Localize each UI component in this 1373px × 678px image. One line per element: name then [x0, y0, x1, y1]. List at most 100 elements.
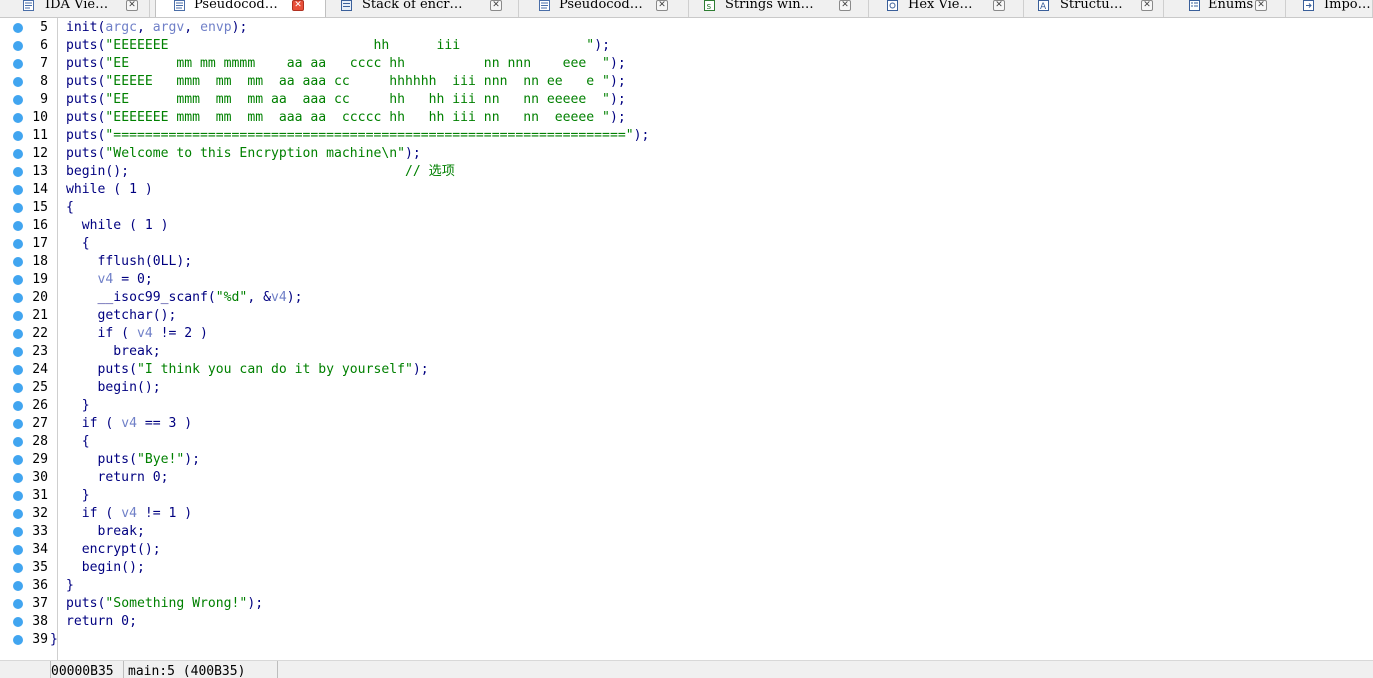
- code-line[interactable]: 36}: [0, 577, 1373, 595]
- breakpoint-dot-icon[interactable]: [13, 509, 23, 519]
- code-line[interactable]: 7 puts("EE mm mm mmmm aa aa cccc hh nn nn…: [0, 55, 1373, 73]
- breakpoint-dot-icon[interactable]: [13, 257, 23, 267]
- breakpoint-dot-icon[interactable]: [13, 329, 23, 339]
- code-line[interactable]: 9 puts("EE mmm mm mm aa aaa cc hh hh iii …: [0, 91, 1373, 109]
- code-line[interactable]: 6 puts("EEEEEEE hh iii ");: [0, 37, 1373, 55]
- breakpoint-dot-icon[interactable]: [13, 167, 23, 177]
- line-number: 17: [32, 236, 48, 251]
- tab-3[interactable]: Stack of encr… ✕: [326, 0, 519, 17]
- breakpoint-dot-icon[interactable]: [13, 113, 23, 123]
- breakpoint-dot-icon[interactable]: [13, 41, 23, 51]
- code-line[interactable]: 14 while ( 1 ): [0, 181, 1373, 199]
- breakpoint-dot-icon[interactable]: [13, 437, 23, 447]
- code-token: );: [609, 110, 626, 125]
- code-line[interactable]: 12 puts("Welcome to this Encryption machi…: [0, 145, 1373, 163]
- code-line[interactable]: 19 v4 = 0;: [0, 271, 1373, 289]
- code-line[interactable]: 16 while ( 1 ): [0, 217, 1373, 235]
- code-token: v4: [121, 416, 137, 431]
- code-line[interactable]: 35 begin();: [0, 559, 1373, 577]
- code-line[interactable]: 39}: [0, 631, 1373, 649]
- code-line[interactable]: 15 {: [0, 199, 1373, 217]
- breakpoint-dot-icon[interactable]: [13, 419, 23, 429]
- code-line[interactable]: 34 encrypt();: [0, 541, 1373, 559]
- tab-8[interactable]: Enums ✕: [1164, 0, 1286, 17]
- code-line[interactable]: 28 {: [0, 433, 1373, 451]
- code-line[interactable]: 13 begin(); // 选项: [0, 163, 1373, 181]
- code-token: {: [66, 200, 74, 215]
- breakpoint-dot-icon[interactable]: [13, 635, 23, 645]
- code-line[interactable]: 5 init(argc, argv, envp);: [0, 19, 1373, 37]
- close-icon[interactable]: ✕: [839, 0, 851, 11]
- breakpoint-dot-icon[interactable]: [13, 599, 23, 609]
- code-line[interactable]: 29 puts("Bye!");: [0, 451, 1373, 469]
- code-token: ,: [184, 20, 201, 35]
- code-token: {: [66, 434, 90, 449]
- code-token: "Bye!": [136, 452, 185, 467]
- breakpoint-dot-icon[interactable]: [13, 401, 23, 411]
- code-line[interactable]: 33 break;: [0, 523, 1373, 541]
- tab-9[interactable]: Impo…: [1286, 0, 1373, 17]
- close-icon[interactable]: ✕: [1255, 0, 1267, 11]
- code-line[interactable]: 27 if ( v4 == 3 ): [0, 415, 1373, 433]
- tab-5[interactable]: s Strings win… ✕: [689, 0, 869, 17]
- tab-6[interactable]: Hex Vie… ✕: [869, 0, 1024, 17]
- code-line[interactable]: 17 {: [0, 235, 1373, 253]
- breakpoint-dot-icon[interactable]: [13, 59, 23, 69]
- breakpoint-dot-icon[interactable]: [13, 455, 23, 465]
- breakpoint-dot-icon[interactable]: [13, 293, 23, 303]
- tab-2[interactable]: Pseudocod… ✕: [155, 0, 326, 17]
- code-line[interactable]: 26 }: [0, 397, 1373, 415]
- tab-1[interactable]: IDA Vie… ✕: [0, 0, 150, 17]
- breakpoint-dot-icon[interactable]: [13, 23, 23, 33]
- code-line[interactable]: 18 fflush(0LL);: [0, 253, 1373, 271]
- code-line[interactable]: 11 puts("================================…: [0, 127, 1373, 145]
- code-token: }: [50, 632, 58, 647]
- breakpoint-dot-icon[interactable]: [13, 203, 23, 213]
- close-icon[interactable]: ✕: [656, 0, 668, 11]
- code-line[interactable]: 24 puts("I think you can do it by yourse…: [0, 361, 1373, 379]
- breakpoint-dot-icon[interactable]: [13, 95, 23, 105]
- breakpoint-dot-icon[interactable]: [13, 77, 23, 87]
- code-line[interactable]: 32 if ( v4 != 1 ): [0, 505, 1373, 523]
- code-line[interactable]: 10 puts("EEEEEEE mmm mm mm aaa aa ccccc h…: [0, 109, 1373, 127]
- breakpoint-dot-icon[interactable]: [13, 581, 23, 591]
- breakpoint-dot-icon[interactable]: [13, 221, 23, 231]
- close-icon[interactable]: ✕: [993, 0, 1005, 11]
- close-icon[interactable]: ✕: [1141, 0, 1153, 11]
- code-line[interactable]: 25 begin();: [0, 379, 1373, 397]
- breakpoint-dot-icon[interactable]: [13, 473, 23, 483]
- close-icon[interactable]: ✕: [126, 0, 138, 11]
- tab-4[interactable]: Pseudocod… ✕: [519, 0, 689, 17]
- code-line[interactable]: 30 return 0;: [0, 469, 1373, 487]
- code-line[interactable]: 8 puts("EEEEE mmm mm mm aa aaa cc hhhhhh …: [0, 73, 1373, 91]
- breakpoint-dot-icon[interactable]: [13, 347, 23, 357]
- code-line[interactable]: 20 __isoc99_scanf("%d", &v4);: [0, 289, 1373, 307]
- code-line[interactable]: 37 puts("Something Wrong!");: [0, 595, 1373, 613]
- code-token: puts(: [66, 596, 106, 611]
- close-icon[interactable]: ✕: [292, 0, 304, 11]
- pseudocode-editor[interactable]: 5 init(argc, argv, envp); 6 puts("EEEEEEE h…: [0, 18, 1373, 660]
- code-token: while ( 1 ): [66, 182, 153, 197]
- breakpoint-dot-icon[interactable]: [13, 563, 23, 573]
- breakpoint-dot-icon[interactable]: [13, 617, 23, 627]
- breakpoint-dot-icon[interactable]: [13, 275, 23, 285]
- code-line[interactable]: 22 if ( v4 != 2 ): [0, 325, 1373, 343]
- breakpoint-dot-icon[interactable]: [13, 491, 23, 501]
- code-line[interactable]: 23 break;: [0, 343, 1373, 361]
- breakpoint-dot-icon[interactable]: [13, 185, 23, 195]
- breakpoint-dot-icon[interactable]: [13, 131, 23, 141]
- breakpoint-dot-icon[interactable]: [13, 383, 23, 393]
- code-token: puts(: [66, 38, 106, 53]
- breakpoint-dot-icon[interactable]: [13, 527, 23, 537]
- tab-label: Pseudocod…: [559, 0, 643, 12]
- close-icon[interactable]: ✕: [490, 0, 502, 11]
- breakpoint-dot-icon[interactable]: [13, 545, 23, 555]
- breakpoint-dot-icon[interactable]: [13, 365, 23, 375]
- breakpoint-dot-icon[interactable]: [13, 239, 23, 249]
- code-line[interactable]: 31 }: [0, 487, 1373, 505]
- code-line[interactable]: 38 return 0;: [0, 613, 1373, 631]
- tab-7[interactable]: A Structu… ✕: [1024, 0, 1164, 17]
- breakpoint-dot-icon[interactable]: [13, 311, 23, 321]
- breakpoint-dot-icon[interactable]: [13, 149, 23, 159]
- code-line[interactable]: 21 getchar();: [0, 307, 1373, 325]
